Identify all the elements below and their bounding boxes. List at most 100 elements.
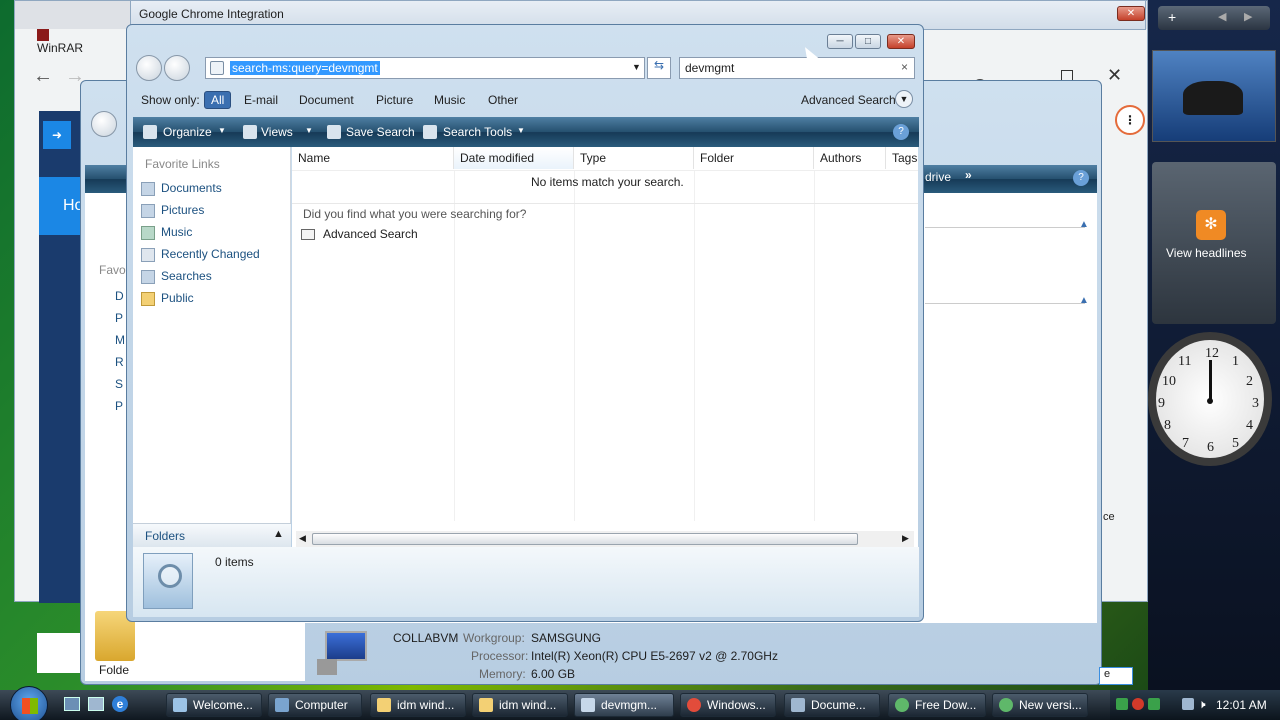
taskbar-button[interactable]: idm wind... (472, 693, 568, 717)
col-type[interactable]: Type (574, 147, 694, 169)
public-folder-icon (141, 291, 155, 306)
fav-link-pictures[interactable]: Pictures (141, 203, 204, 218)
filter-email[interactable]: E-mail (238, 92, 284, 108)
search-input[interactable]: devmgmt × (679, 57, 915, 79)
filter-music[interactable]: Music (428, 92, 471, 108)
scrollbar-thumb[interactable] (312, 533, 858, 545)
security-icon[interactable] (1148, 698, 1160, 710)
menu-dots-icon[interactable]: ⋮ (1115, 105, 1145, 135)
volume-icon[interactable]: 🕨 (1198, 697, 1206, 712)
maximize-button[interactable]: □ (855, 34, 881, 49)
network-icon[interactable] (1116, 698, 1128, 710)
start-button[interactable] (10, 686, 48, 720)
prev-icon[interactable]: ◀ (1218, 10, 1226, 23)
address-bar[interactable]: search-ms:query=devmgmt ▼ (205, 57, 645, 79)
clock-time[interactable]: 12:01 AM (1216, 698, 1267, 712)
save-search-icon (327, 125, 341, 139)
taskbar-button-label: idm wind... (499, 698, 557, 712)
close-button[interactable]: ✕ (887, 34, 915, 49)
search-tools-button[interactable]: Search Tools (443, 125, 512, 139)
clock-number: 9 (1158, 396, 1165, 411)
alert-icon[interactable] (1132, 698, 1144, 710)
col-folder[interactable]: Folder (694, 147, 814, 169)
chevron-up-icon[interactable]: ▲ (273, 528, 284, 540)
taskbar-button-active[interactable]: devmgm... (574, 693, 674, 717)
scroll-right-icon[interactable]: ▶ (902, 533, 909, 544)
taskbar-button[interactable]: Welcome... (166, 693, 262, 717)
recently-changed-icon (141, 247, 155, 262)
folder-icon (377, 698, 391, 712)
next-icon[interactable]: ▶ (1244, 10, 1252, 23)
back-arrow-icon[interactable]: ← (33, 65, 53, 88)
drive-label[interactable]: drive (925, 170, 951, 184)
back-button[interactable] (136, 55, 162, 81)
dropdown-arrow-icon[interactable]: ▼ (517, 126, 525, 135)
close-icon[interactable]: ✕ (1107, 65, 1122, 86)
close-button[interactable]: ✕ (1117, 6, 1145, 21)
fav-link-searches[interactable]: Searches (141, 269, 212, 284)
collapse-icon[interactable]: ▲ (1079, 219, 1089, 230)
processor-value: Intel(R) Xeon(R) CPU E5-2697 v2 @ 2.70GH… (531, 649, 778, 663)
column-divider (814, 171, 815, 521)
chevron-right-icon[interactable]: » (965, 168, 972, 182)
chevron-down-icon[interactable]: ▼ (895, 90, 913, 108)
filter-all[interactable]: All (204, 91, 232, 109)
col-name[interactable]: Name (292, 147, 454, 169)
taskbar-button[interactable]: Docume... (784, 693, 880, 717)
add-gadget-icon[interactable]: + (1168, 9, 1176, 25)
feed-headlines-gadget[interactable]: ✻ View headlines (1152, 162, 1276, 324)
organize-button[interactable]: Organize (163, 125, 212, 139)
dropdown-arrow-icon[interactable]: ▼ (632, 62, 641, 72)
help-icon[interactable]: ? (893, 124, 909, 140)
folders-bar[interactable]: Folders ▲ (133, 523, 291, 547)
help-icon[interactable]: ? (1073, 170, 1089, 186)
slideshow-gadget[interactable] (1152, 50, 1276, 142)
col-tags[interactable]: Tags (886, 147, 918, 169)
chrome-tab[interactable]: WinRAR (37, 27, 97, 55)
taskbar-button[interactable]: Computer (268, 693, 362, 717)
address-text[interactable]: search-ms:query=devmgmt (230, 61, 380, 75)
col-authors[interactable]: Authors (814, 147, 886, 169)
folders-label[interactable]: Folders (145, 529, 185, 543)
refresh-icon[interactable]: ⇆ (647, 57, 671, 79)
taskbar-button[interactable]: idm wind... (370, 693, 466, 717)
taskbar-button[interactable]: Windows... (680, 693, 776, 717)
switch-windows-icon[interactable] (88, 697, 104, 711)
dropdown-arrow-icon[interactable]: ▼ (305, 126, 313, 135)
taskbar-button[interactable]: New versi... (992, 693, 1088, 717)
search-text[interactable]: devmgmt (685, 61, 734, 75)
col-date-modified[interactable]: Date modified (454, 147, 574, 169)
horizontal-scrollbar[interactable]: ◀ ▶ (296, 531, 914, 547)
dropdown-arrow-icon[interactable]: ▼ (218, 126, 226, 135)
winrar-icon (37, 28, 49, 41)
fav-link-music[interactable]: Music (141, 225, 192, 240)
column-headers: Name Date modified Type Folder Authors T… (292, 147, 918, 171)
filter-document[interactable]: Document (293, 92, 360, 108)
taskbar-button-label: idm wind... (397, 698, 455, 712)
show-only-label: Show only: (141, 93, 200, 107)
minimize-button[interactable]: ─ (827, 34, 853, 49)
display-icon[interactable] (1182, 698, 1194, 710)
show-desktop-icon[interactable] (64, 697, 80, 711)
fav-link-documents[interactable]: Documents (141, 181, 222, 196)
fav-link-public[interactable]: Public (141, 291, 194, 306)
taskbar-button[interactable]: Free Dow... (888, 693, 986, 717)
forward-button[interactable] (164, 55, 190, 81)
filter-picture[interactable]: Picture (370, 92, 419, 108)
view-headlines-label[interactable]: View headlines (1166, 246, 1247, 260)
ie-icon[interactable]: e (112, 696, 128, 712)
fav-link-recently-changed[interactable]: Recently Changed (141, 247, 260, 262)
back-explorer-back-button[interactable] (91, 111, 117, 137)
dialog-button-fragment[interactable]: e (1099, 667, 1133, 685)
views-button[interactable]: Views (261, 125, 293, 139)
clear-search-icon[interactable]: × (901, 60, 908, 74)
nav-fragment: Favo (99, 263, 126, 277)
computer-name: COLLABVM (393, 631, 459, 645)
clock-number: 1 (1232, 354, 1239, 369)
advanced-search-link[interactable]: Advanced Search (301, 227, 418, 241)
advanced-search-toggle[interactable]: Advanced Search (801, 93, 896, 107)
save-search-button[interactable]: Save Search (346, 125, 415, 139)
scroll-left-icon[interactable]: ◀ (299, 533, 306, 544)
filter-other[interactable]: Other (482, 92, 524, 108)
collapse-icon[interactable]: ▲ (1079, 295, 1089, 306)
